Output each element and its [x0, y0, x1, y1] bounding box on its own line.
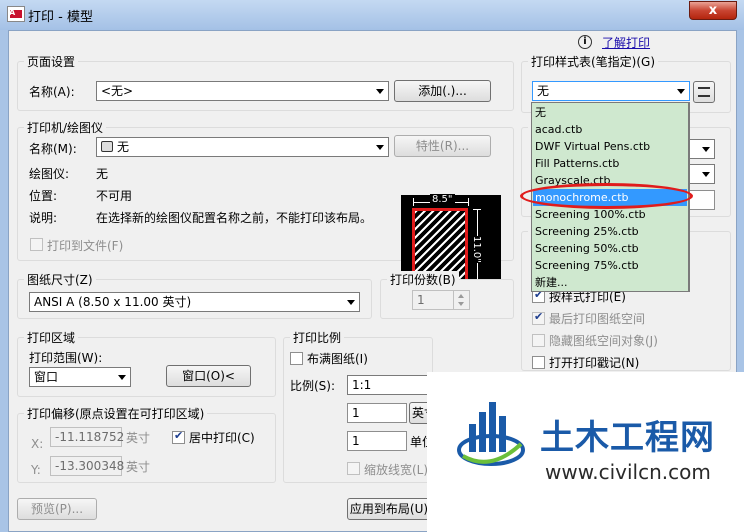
- scale-label: 比例(S):: [290, 379, 336, 393]
- plot-paperspace-last-label: 最后打印图纸空间: [549, 312, 646, 326]
- preview-width-dimension: 8.5": [413, 194, 469, 206]
- printer-plotter-title: 打印机/绘图仪: [24, 119, 107, 136]
- properties-button[interactable]: 特性(R)...: [394, 135, 491, 157]
- plot-style-option[interactable]: Screening 25%.ctb: [533, 223, 687, 240]
- plot-style-option[interactable]: Screening 50%.ctb: [533, 240, 687, 257]
- center-plot-label: 居中打印(C): [189, 431, 255, 445]
- page-setup-name-combo[interactable]: <无>: [96, 81, 389, 101]
- offset-x-label: X:: [31, 437, 44, 451]
- scale-lineweights-checkbox[interactable]: [347, 462, 360, 475]
- shade-plot-combo[interactable]: [689, 139, 715, 159]
- preview-button[interactable]: 预览(P)...: [17, 498, 97, 520]
- preview-width-label: 8.5": [430, 194, 455, 205]
- hide-paperspace-objects-checkbox[interactable]: [532, 334, 545, 347]
- plotter-name-combo[interactable]: 无: [96, 137, 389, 157]
- center-plot-checkbox[interactable]: [172, 429, 185, 444]
- plot-range-combo[interactable]: 窗口: [29, 367, 131, 387]
- scale-value1-input[interactable]: 1: [347, 403, 407, 423]
- copies-title: 打印份数(B): [387, 271, 459, 288]
- paper-size-combo[interactable]: ANSI A (8.50 x 11.00 英寸): [29, 292, 360, 312]
- offset-y-input[interactable]: -13.300348: [50, 456, 124, 476]
- offset-y-label: Y:: [31, 463, 41, 477]
- chevron-down-icon: [677, 89, 685, 94]
- plot-scale-title: 打印比例: [290, 329, 345, 346]
- scale-combo[interactable]: 1:1: [347, 375, 429, 395]
- hide-paperspace-objects-label: 隐藏图纸空间对象(J): [549, 334, 658, 348]
- plot-area-title: 打印区域: [24, 329, 79, 346]
- apply-to-layout-button[interactable]: 应用到布局(U): [347, 498, 431, 520]
- chevron-down-icon: [702, 147, 710, 152]
- plot-style-table-combo[interactable]: 无: [532, 81, 690, 101]
- watermark-title: 土木工程网: [540, 418, 715, 458]
- plot-paperspace-last-checkbox[interactable]: [532, 310, 545, 325]
- dpi-input[interactable]: [689, 190, 715, 210]
- window-title: 打印 - 模型: [28, 10, 93, 25]
- printer-icon: [101, 141, 113, 152]
- plot-style-table-value: 无: [537, 84, 550, 98]
- plot-style-option[interactable]: 新建...: [533, 274, 687, 291]
- plot-range-value: 窗口: [34, 370, 59, 384]
- plot-style-option[interactable]: Fill Patterns.ctb: [533, 155, 687, 172]
- civilcn-logo-icon: [457, 402, 525, 466]
- plot-style-option[interactable]: acad.ctb: [533, 121, 687, 138]
- print-dialog-window: A 打印 - 模型 x 页面设置 名称(A): <无> 添加(.)... 打印机…: [0, 0, 744, 532]
- where-label: 位置:: [29, 189, 58, 203]
- scale-value: 1:1: [352, 378, 372, 392]
- plot-style-option[interactable]: DWF Virtual Pens.ctb: [533, 138, 687, 155]
- spin-down-icon[interactable]: [458, 302, 464, 306]
- description-label: 说明:: [29, 211, 58, 225]
- edit-plot-style-button[interactable]: [693, 81, 715, 103]
- print-to-file-checkbox[interactable]: [30, 238, 43, 251]
- chevron-down-icon: [376, 145, 384, 150]
- preview-height-label: 11.0": [471, 236, 482, 263]
- chevron-down-icon: [118, 375, 126, 380]
- paper-size-value: ANSI A (8.50 x 11.00 英寸): [34, 295, 192, 309]
- scale-value2-input[interactable]: 1: [347, 431, 407, 451]
- print-to-file-label: 打印到文件(F): [47, 239, 124, 253]
- spin-up-icon[interactable]: [458, 294, 464, 298]
- close-button[interactable]: x: [689, 1, 737, 20]
- plotter-name-label: 名称(M):: [29, 142, 77, 156]
- autocad-app-icon: A: [7, 6, 25, 22]
- quality-combo[interactable]: [689, 164, 715, 184]
- plot-range-label: 打印范围(W):: [29, 351, 103, 365]
- page-setup-name-label: 名称(A):: [29, 85, 75, 99]
- paper-size-title: 图纸尺寸(Z): [24, 271, 96, 288]
- info-icon: i: [578, 35, 592, 49]
- title-bar[interactable]: A 打印 - 模型 x: [0, 0, 744, 30]
- plot-offset-title: 打印偏移(原点设置在可打印区域): [24, 405, 208, 422]
- preview-height-dimension: 11.0": [471, 209, 482, 283]
- edit-pen-icon: [698, 87, 710, 97]
- page-setup-name-value: <无>: [101, 84, 134, 98]
- plot-stamp-label: 打开打印戳记(N): [549, 356, 640, 370]
- fit-to-paper-checkbox[interactable]: [290, 352, 303, 365]
- plotter-label: 绘图仪:: [29, 167, 70, 181]
- plot-style-option[interactable]: 无: [533, 104, 687, 121]
- description-value: 在选择新的绘图仪配置名称之前，不能打印该布局。: [96, 211, 373, 225]
- scale-lineweights-label: 缩放线宽(L): [364, 463, 429, 477]
- where-value: 不可用: [96, 189, 133, 203]
- offset-x-unit: 英寸: [126, 431, 151, 445]
- learn-printing-link[interactable]: 了解打印: [602, 34, 650, 51]
- chevron-down-icon: [347, 300, 355, 305]
- chevron-down-icon: [702, 172, 710, 177]
- offset-y-unit: 英寸: [126, 460, 151, 474]
- plotter-value: 无: [96, 167, 109, 181]
- annotation-circle: [520, 183, 693, 209]
- window-select-button[interactable]: 窗口(O)<: [166, 365, 251, 387]
- watermark-url: www.civilcn.com: [545, 460, 711, 484]
- chevron-down-icon: [376, 89, 384, 94]
- plot-style-option[interactable]: Screening 75%.ctb: [533, 257, 687, 274]
- fit-to-paper-label: 布满图纸(I): [307, 352, 368, 366]
- plot-stamp-checkbox[interactable]: [532, 356, 545, 369]
- plotter-name-value: 无: [117, 140, 130, 154]
- copies-spinner[interactable]: [453, 291, 469, 309]
- add-page-setup-button[interactable]: 添加(.)...: [394, 80, 491, 102]
- offset-x-input[interactable]: -11.118752: [50, 427, 124, 447]
- watermark-overlay: 土木工程网 www.civilcn.com: [427, 372, 744, 532]
- plot-style-table-title: 打印样式表(笔指定)(G): [528, 53, 659, 70]
- page-setup-title: 页面设置: [24, 53, 79, 70]
